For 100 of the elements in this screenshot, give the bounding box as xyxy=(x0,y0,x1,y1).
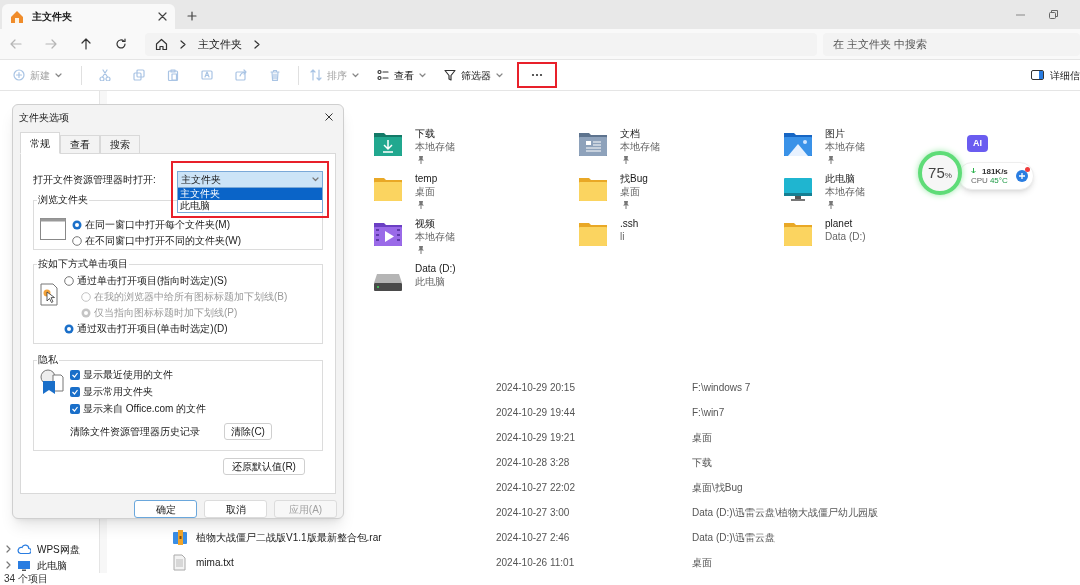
folder-item[interactable]: planet Data (D:) xyxy=(783,217,903,262)
privacy-icon xyxy=(40,369,64,395)
close-icon[interactable] xyxy=(325,113,333,121)
group-title: 浏览文件夹 xyxy=(37,194,89,206)
item-location: 桌面 xyxy=(620,185,641,198)
speed-text: 181K/s xyxy=(982,166,1008,176)
dialog-tab[interactable]: 常规 xyxy=(20,132,60,154)
chevron-icon xyxy=(180,39,186,49)
search-field[interactable]: 在 主文件夹 中搜索 xyxy=(823,32,1080,56)
window-icon xyxy=(40,218,66,240)
radio-label[interactable]: 在同一窗口中打开每个文件夹(M) xyxy=(85,219,230,231)
checkbox[interactable] xyxy=(70,404,80,414)
group-title: 隐私 xyxy=(37,354,59,366)
item-location: 桌面 xyxy=(415,185,436,198)
radio-button[interactable] xyxy=(72,220,82,230)
radio-button[interactable] xyxy=(72,236,82,246)
chevron-down-icon xyxy=(55,72,62,78)
folder-item[interactable]: 视频 本地存储 xyxy=(373,217,578,262)
checkbox-label[interactable]: 显示来自 Office.com 的文件 xyxy=(83,403,207,415)
radio-label[interactable]: 通过单击打开项目(指向时选定)(S) xyxy=(77,275,227,287)
radio-label[interactable]: 在不同窗口中打开不同的文件夹(W) xyxy=(85,235,242,247)
location-cell-text: F:\windows 7 xyxy=(692,381,752,395)
pointer-document-icon xyxy=(40,281,60,309)
home-icon xyxy=(155,37,168,51)
details-pane-icon xyxy=(1031,70,1044,80)
item-location: 本地存储 xyxy=(415,230,455,243)
new-tab-icon[interactable] xyxy=(187,11,197,21)
filter-button[interactable]: 筛选器 xyxy=(439,63,508,87)
file-name[interactable]: mima.txt xyxy=(196,555,234,570)
dialog-button[interactable]: 确定 xyxy=(134,500,197,518)
chevron-down-icon xyxy=(312,176,319,182)
date-cell-text: 2024-10-28 3:28 xyxy=(496,456,571,470)
checkbox[interactable] xyxy=(70,370,80,380)
file-name[interactable]: 植物大战僵尸二战版V1.1版最新整合包.rar xyxy=(196,530,382,545)
item-location: 本地存储 xyxy=(825,140,865,153)
sidebar-item[interactable]: 此电脑 xyxy=(0,557,99,573)
radio-button[interactable] xyxy=(64,324,74,334)
tab[interactable]: 主文件夹 xyxy=(2,4,175,29)
address-bar[interactable]: 主文件夹 xyxy=(145,32,817,56)
view-button[interactable]: 查看 xyxy=(372,63,431,87)
breadcrumb-item[interactable]: 主文件夹 xyxy=(198,35,242,53)
highlight-frame xyxy=(517,62,557,88)
dropdown-field[interactable]: 主文件夹 xyxy=(177,170,323,188)
download-arrow-icon xyxy=(971,168,976,174)
plus-icon xyxy=(1019,173,1025,179)
radio-button[interactable] xyxy=(64,276,74,286)
folder-item[interactable]: temp 桌面 xyxy=(373,172,578,217)
item-location: Data (D:) xyxy=(825,230,866,243)
sidebar-item[interactable]: WPS网盘 xyxy=(0,541,99,557)
location-cell-text: 桌面\找Bug xyxy=(692,481,744,495)
home-icon xyxy=(10,10,24,23)
details-button[interactable]: 详细信 xyxy=(1031,67,1080,83)
usage-unit: % xyxy=(944,171,952,182)
chevron-icon xyxy=(254,39,260,49)
location-cell-text: 下载 xyxy=(692,456,713,470)
folder-item[interactable]: 文档 本地存储 xyxy=(578,127,783,172)
up-arrow-icon[interactable] xyxy=(80,38,92,50)
list-view-icon xyxy=(377,69,389,81)
dropdown-option[interactable]: 主文件夹 xyxy=(178,187,322,200)
item-name: temp xyxy=(415,172,438,185)
date-cell-text: 2024-10-26 11:01 xyxy=(496,556,576,570)
item-name: 下载 xyxy=(415,127,436,140)
rename-icon xyxy=(201,69,213,81)
folder-item[interactable]: Data (D:) 此电脑 xyxy=(373,262,578,307)
dialog-button[interactable]: 取消 xyxy=(204,500,267,518)
restore-icon[interactable] xyxy=(1049,10,1058,19)
filter-icon xyxy=(444,69,456,81)
item-location: li xyxy=(620,230,626,243)
cpu-label: CPU xyxy=(971,175,988,186)
scissors-icon xyxy=(99,69,111,81)
folder-item[interactable]: 此电脑 本地存储 xyxy=(783,172,903,217)
folder-item[interactable]: 找Bug 桌面 xyxy=(578,172,783,217)
item-name: .ssh xyxy=(620,217,639,230)
item-location: 本地存储 xyxy=(620,140,660,153)
folder-item[interactable]: .ssh li xyxy=(578,217,783,262)
folder-item[interactable]: 图片 本地存储 xyxy=(783,127,903,172)
dialog-title: 文件夹选项 xyxy=(19,110,70,125)
item-name: 图片 xyxy=(825,127,846,140)
chevron-down-icon xyxy=(352,72,359,78)
date-cell-text: 2024-10-29 20:15 xyxy=(496,381,576,395)
radio-label[interactable]: 通过双击打开项目(单击时选定)(D) xyxy=(77,323,228,335)
checkbox[interactable] xyxy=(70,387,80,397)
dropdown-option[interactable]: 此电脑 xyxy=(178,199,322,212)
item-location: 本地存储 xyxy=(825,185,865,198)
location-cell-text: 桌面 xyxy=(692,431,713,445)
clear-button[interactable]: 清除(C) xyxy=(224,423,272,440)
item-count: 34 个项目 xyxy=(4,573,48,585)
checkbox-label[interactable]: 显示常用文件夹 xyxy=(83,386,153,398)
checkbox-label[interactable]: 显示最近使用的文件 xyxy=(83,369,173,381)
ai-badge[interactable]: AI xyxy=(967,135,988,152)
item-name: 文档 xyxy=(620,127,641,140)
folder-item[interactable]: 下载 本地存储 xyxy=(373,127,578,172)
close-icon[interactable] xyxy=(158,12,167,21)
item-location: 本地存储 xyxy=(415,140,455,153)
date-cell-text: 2024-10-27 22:02 xyxy=(496,481,576,495)
location-cell-text: 桌面 xyxy=(692,556,713,570)
date-cell-text: 2024-10-27 3:00 xyxy=(496,506,571,520)
refresh-icon[interactable] xyxy=(115,38,127,50)
restore-defaults-button[interactable]: 还原默认值(R) xyxy=(223,458,305,475)
clipboard-icon xyxy=(167,69,179,81)
